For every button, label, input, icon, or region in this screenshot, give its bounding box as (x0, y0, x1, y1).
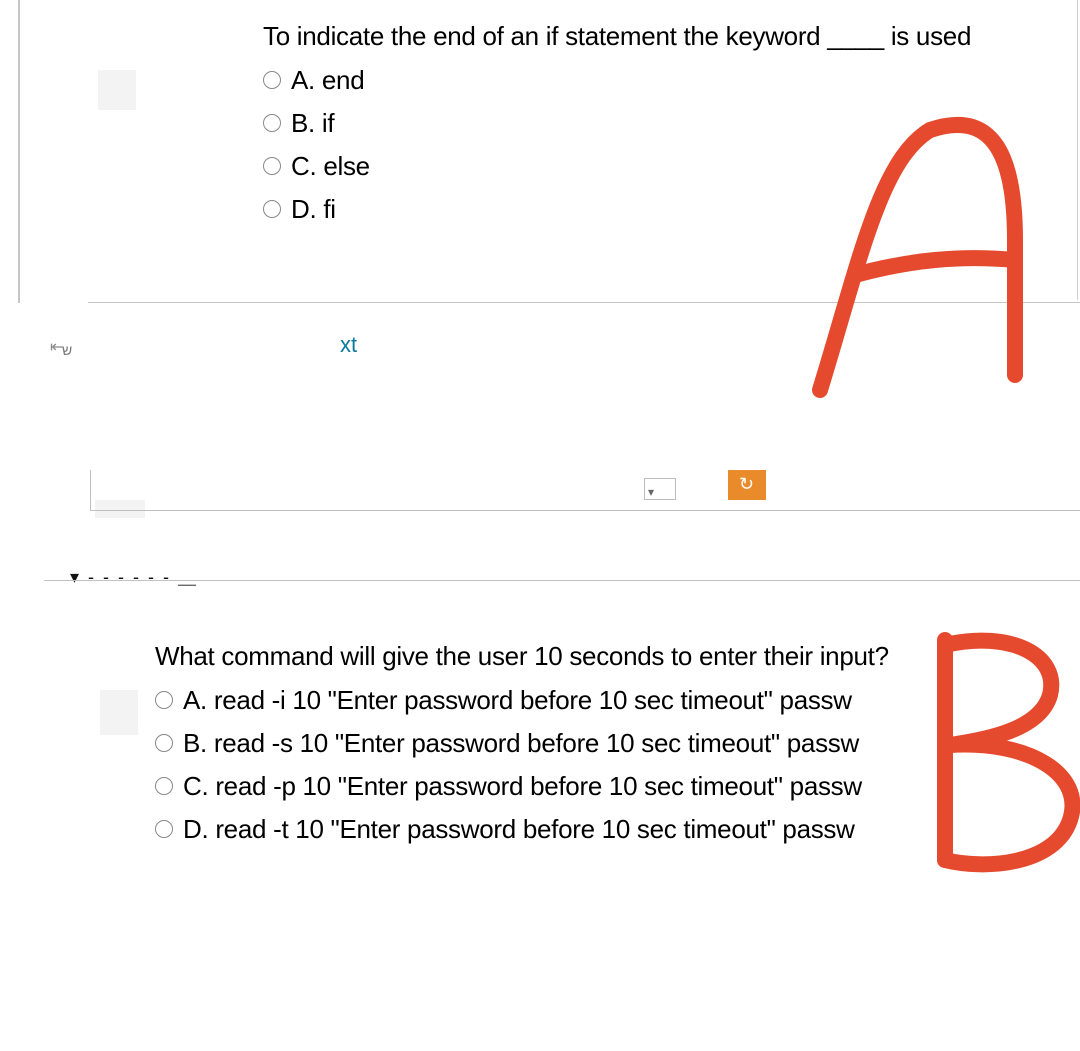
stray-caret-icon: ⇤ (50, 337, 61, 357)
option-label: A. read -i 10 "Enter password before 10 … (183, 685, 852, 716)
radio-icon[interactable] (263, 71, 281, 89)
option-label: C. else (291, 151, 370, 182)
question-1-content: To indicate the end of an if statement t… (263, 20, 1023, 225)
radio-icon[interactable] (263, 114, 281, 132)
radio-icon[interactable] (155, 691, 173, 709)
q1-bottom-border (88, 302, 1080, 303)
mid-divider-1 (90, 510, 1080, 511)
stray-toolbar-fragment: ⇤ ש xt (50, 322, 1050, 362)
radio-icon[interactable] (263, 157, 281, 175)
q2-option-d[interactable]: D. read -t 10 "Enter password before 10 … (155, 814, 1000, 845)
mid-left-stub (95, 500, 145, 518)
radio-icon[interactable] (155, 777, 173, 795)
stray-underline-icon: ש (62, 342, 72, 358)
option-label: D. read -t 10 "Enter password before 10 … (183, 814, 855, 845)
question-1-prompt: To indicate the end of an if statement t… (263, 20, 1023, 53)
option-label: C. read -p 10 "Enter password before 10 … (183, 771, 862, 802)
q1-option-c[interactable]: C. else (263, 151, 1023, 182)
refresh-icon: ↻ (739, 474, 754, 495)
q1-option-d[interactable]: D. fi (263, 194, 1023, 225)
q2-option-b[interactable]: B. read -s 10 "Enter password before 10 … (155, 728, 1000, 759)
q1-option-b[interactable]: B. if (263, 108, 1023, 139)
mid-left-border (90, 470, 91, 510)
question-2-content: What command will give the user 10 secon… (155, 640, 1000, 845)
mid-box-glyph: ▾ (648, 485, 654, 499)
option-label: D. fi (291, 194, 336, 225)
stray-xt-label: xt (340, 332, 357, 358)
question-2-panel: What command will give the user 10 secon… (100, 640, 1000, 845)
radio-icon[interactable] (263, 200, 281, 218)
option-label: B. if (291, 108, 334, 139)
q2-option-c[interactable]: C. read -p 10 "Enter password before 10 … (155, 771, 1000, 802)
radio-icon[interactable] (155, 734, 173, 752)
stray-dots: ▾ - - - - - - ⸏ (70, 565, 198, 589)
q1-option-a[interactable]: A. end (263, 65, 1023, 96)
option-label: A. end (291, 65, 364, 96)
radio-icon[interactable] (155, 820, 173, 838)
left-crop-line (18, 0, 20, 303)
mid-divider-2 (44, 580, 1080, 581)
option-label: B. read -s 10 "Enter password before 10 … (183, 728, 859, 759)
question-2-prompt: What command will give the user 10 secon… (155, 640, 1000, 673)
q2-option-a[interactable]: A. read -i 10 "Enter password before 10 … (155, 685, 1000, 716)
question-1-panel: To indicate the end of an if statement t… (88, 0, 1078, 300)
